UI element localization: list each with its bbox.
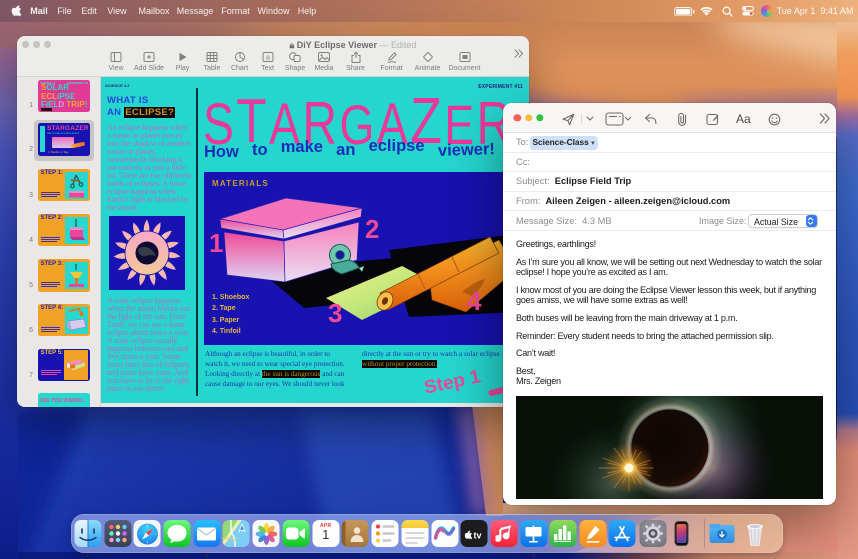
svg-text:a: a — [266, 55, 270, 62]
svg-text:tv: tv — [474, 530, 482, 540]
svg-text:3: 3 — [328, 298, 342, 328]
svg-text:2: 2 — [365, 214, 379, 244]
svg-text:1: 1 — [209, 228, 223, 258]
svg-text:4: 4 — [467, 286, 482, 316]
